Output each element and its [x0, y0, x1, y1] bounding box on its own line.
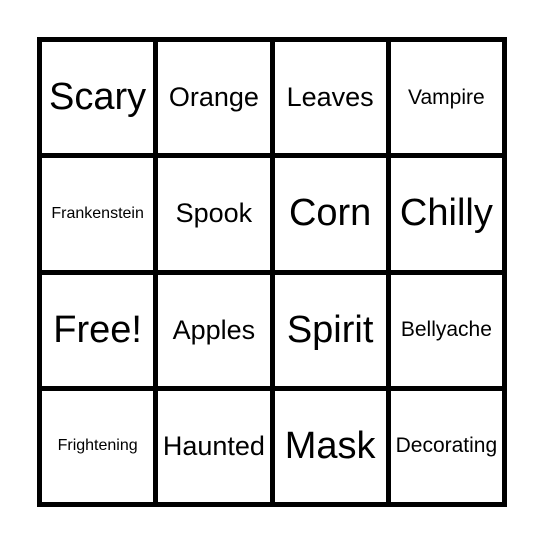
bingo-cell[interactable]: Chilly [390, 158, 502, 270]
bingo-cell-label: Bellyache [400, 318, 492, 342]
bingo-cell[interactable]: Decorating [390, 390, 502, 502]
bingo-cell-label: Free! [53, 308, 142, 351]
bingo-cell-label: Chilly [399, 192, 493, 235]
bingo-card: Scary Orange Leaves Vampire Frankenstein Spoo… [37, 37, 507, 507]
bingo-cell[interactable]: Free! [42, 274, 154, 386]
bingo-cell-label: Haunted [162, 430, 265, 461]
bingo-cell[interactable]: Apples [158, 274, 270, 386]
bingo-cell-label: Frankenstein [51, 204, 144, 222]
bingo-cell-label: Spook [175, 198, 253, 229]
bingo-cell[interactable]: Mask [274, 390, 386, 502]
bingo-cell-label: Scary [49, 76, 147, 119]
bingo-cell-label: Spirit [286, 308, 374, 351]
bingo-cell[interactable]: Vampire [390, 42, 502, 154]
bingo-cell[interactable]: Bellyache [390, 274, 502, 386]
bingo-cell-label: Leaves [286, 82, 374, 113]
bingo-cell-label: Vampire [408, 85, 485, 109]
bingo-cell[interactable]: Orange [158, 42, 270, 154]
bingo-cell[interactable]: Frankenstein [42, 158, 154, 270]
bingo-cell-label: Mask [284, 424, 376, 467]
bingo-cell-label: Decorating [395, 434, 498, 458]
bingo-cell[interactable]: Spook [158, 158, 270, 270]
bingo-cell-label: Corn [288, 192, 372, 235]
bingo-cell-label: Orange [168, 82, 259, 113]
bingo-cell[interactable]: Spirit [274, 274, 386, 386]
bingo-cell[interactable]: Scary [42, 42, 154, 154]
bingo-cell[interactable]: Corn [274, 158, 386, 270]
bingo-cell[interactable]: Frightening [42, 390, 154, 502]
bingo-cell[interactable]: Haunted [158, 390, 270, 502]
bingo-cell-label: Frightening [57, 437, 138, 455]
bingo-cell[interactable]: Leaves [274, 42, 386, 154]
bingo-cell-label: Apples [172, 314, 256, 345]
